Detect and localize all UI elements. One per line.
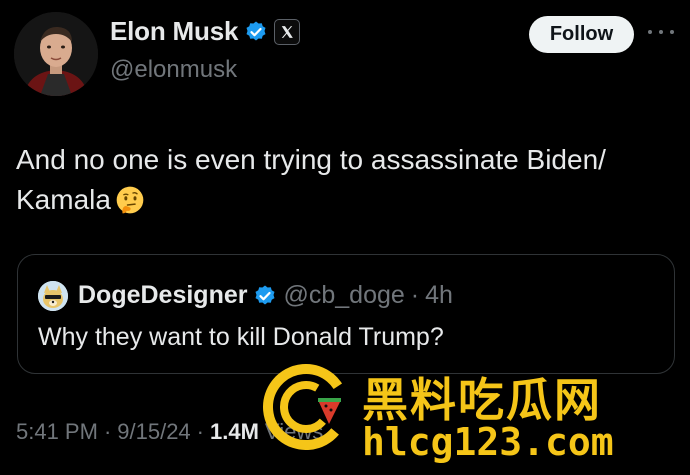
quote-header: DogeDesigner @cb_doge · 4h (78, 281, 453, 310)
meta-separator: · (103, 419, 112, 444)
more-dot (670, 30, 674, 34)
meta-separator: · (196, 419, 204, 444)
views-count: 1.4M (210, 419, 259, 444)
watermark-logo-icon (263, 364, 349, 450)
more-dot (648, 30, 652, 34)
quote-author-handle[interactable]: @cb_doge (283, 281, 404, 310)
tweet-body: And no one is even trying to assassinate… (16, 140, 676, 220)
author-avatar[interactable] (14, 12, 98, 96)
more-options-icon[interactable] (648, 22, 674, 42)
quote-separator: · (410, 281, 420, 309)
quote-time[interactable]: 4h (425, 281, 453, 310)
tweet-date[interactable]: 9/15/24 (117, 419, 190, 445)
x-affiliation-icon[interactable] (274, 18, 301, 45)
author-name[interactable]: Elon Musk (110, 16, 238, 47)
more-dot (659, 30, 663, 34)
thinking-face-icon (116, 186, 144, 214)
quote-author-avatar[interactable] (38, 281, 68, 311)
quoted-tweet-card[interactable]: DogeDesigner @cb_doge · 4h Why they want… (17, 254, 675, 374)
author-name-row: Elon Musk (110, 16, 301, 47)
author-handle[interactable]: @elonmusk (110, 56, 237, 84)
doge-avatar-icon (38, 281, 68, 311)
x-logo-icon (281, 25, 294, 38)
follow-button[interactable]: Follow (529, 16, 634, 53)
watermark-url: hlcg123.com (362, 420, 614, 464)
verified-badge-icon[interactable] (253, 284, 277, 308)
quote-text: Why they want to kill Donald Trump? (38, 323, 444, 351)
verified-badge-icon[interactable] (244, 20, 268, 44)
elon-avatar-icon (14, 12, 98, 96)
quote-author-name[interactable]: DogeDesigner (78, 281, 247, 310)
tweet-time[interactable]: 5:41 PM (16, 419, 98, 445)
tweet-text: And no one is even trying to assassinate… (16, 144, 606, 215)
